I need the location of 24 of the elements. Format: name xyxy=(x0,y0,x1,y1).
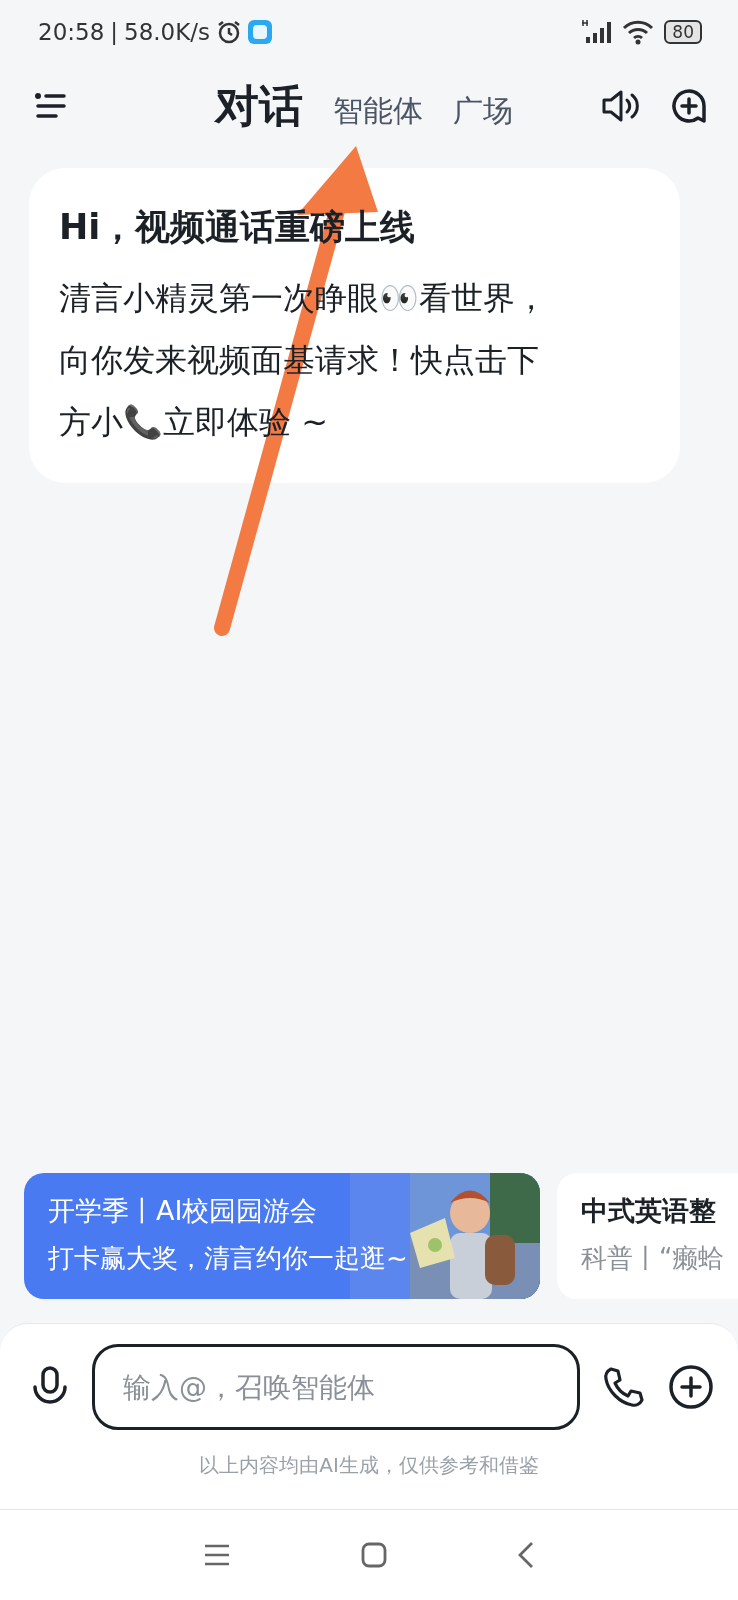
tab[interactable]: 对话 xyxy=(215,76,303,136)
message-input[interactable]: 输入@，召唤智能体 xyxy=(92,1344,580,1430)
new-chat-icon[interactable] xyxy=(670,87,708,125)
wifi-icon xyxy=(622,19,655,45)
separator: | xyxy=(110,19,119,45)
clock-time: 20:58 xyxy=(38,19,105,45)
banner-title: 开学季丨AI校园园游会 xyxy=(48,1194,319,1228)
tab[interactable]: 智能体 xyxy=(333,90,423,132)
back-icon[interactable] xyxy=(517,1541,535,1569)
banner-subtitle: 打卡赢大奖，清言约你一起逛~ xyxy=(48,1242,409,1275)
disclaimer-text: 以上内容均由AI生成，仅供参考和借鉴 xyxy=(198,1452,540,1479)
promo-banner[interactable]: 开学季丨AI校园园游会 打卡赢大奖，清言约你一起逛~ xyxy=(24,1173,540,1299)
network-speed: 58.0K/s xyxy=(124,19,211,45)
phone-icon[interactable] xyxy=(602,1365,646,1409)
add-icon[interactable] xyxy=(668,1364,714,1410)
banner-title: 中式英语整 xyxy=(581,1194,717,1228)
battery-indicator: 80 xyxy=(664,20,702,44)
app-icon xyxy=(248,20,273,44)
speaker-icon[interactable] xyxy=(600,88,640,124)
home-icon[interactable] xyxy=(361,1542,387,1568)
topic-card[interactable]: 中式英语整 科普丨“癞蛤 xyxy=(557,1173,738,1299)
menu-icon[interactable] xyxy=(34,91,68,121)
tab[interactable]: 广场 xyxy=(453,90,513,132)
banner-subtitle: 科普丨“癞蛤 xyxy=(581,1242,726,1275)
